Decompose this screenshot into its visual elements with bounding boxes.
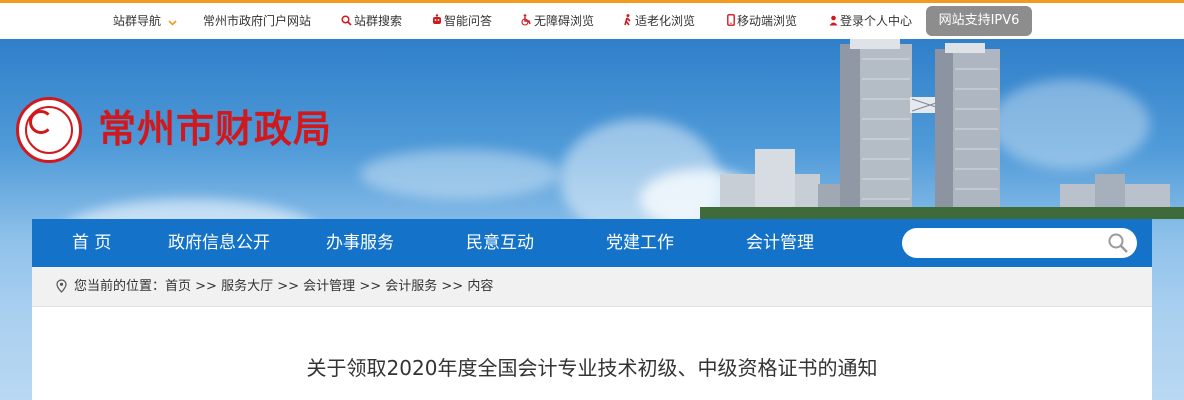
ipv6-badge: 网站支持IPV6 bbox=[926, 6, 1032, 36]
breadcrumb-prefix: 您当前的位置： bbox=[74, 279, 166, 294]
site-search-label: 站群搜索 bbox=[354, 14, 403, 28]
nav-item-services[interactable]: 办事服务 bbox=[326, 219, 394, 267]
accessibility-label: 无障碍浏览 bbox=[534, 14, 595, 28]
search-input[interactable] bbox=[902, 228, 1102, 258]
site-group-nav-label: 站群导航 bbox=[113, 14, 162, 28]
nav-item-party-building[interactable]: 党建工作 bbox=[606, 219, 674, 267]
login-link[interactable]: 登录个人中心 bbox=[829, 3, 912, 39]
nav-item-accounting[interactable]: 会计管理 bbox=[746, 219, 814, 267]
breadcrumb-separator: >> bbox=[191, 279, 222, 294]
smart-qa-label: 智能问答 bbox=[444, 14, 493, 28]
nav-item-home[interactable]: 首 页 bbox=[72, 219, 111, 267]
location-pin-icon bbox=[56, 279, 67, 293]
main-nav: 首 页 政府信息公开 办事服务 民意互动 党建工作 会计管理 bbox=[32, 219, 1152, 267]
breadcrumb-separator: >> bbox=[273, 279, 304, 294]
dragon-emblem-icon bbox=[16, 97, 82, 163]
elderly-icon bbox=[622, 4, 633, 40]
article-title: 关于领取2020年度全国会计专业技术初级、中级资格证书的通知 bbox=[306, 356, 878, 380]
accessibility-link[interactable]: 无障碍浏览 bbox=[521, 3, 594, 39]
breadcrumb-item-accounting-mgmt[interactable]: 会计管理 bbox=[303, 279, 355, 294]
elderly-mode-label: 适老化浏览 bbox=[635, 14, 696, 28]
nav-item-gov-info[interactable]: 政府信息公开 bbox=[168, 219, 270, 267]
user-icon bbox=[829, 4, 838, 40]
site-search-link[interactable]: 站群搜索 bbox=[341, 3, 402, 39]
chevron-down-icon bbox=[168, 4, 177, 40]
site-title: 常州市财政局 bbox=[98, 106, 333, 151]
search-icon bbox=[341, 4, 352, 40]
site-group-nav-link[interactable]: 站群导航 bbox=[113, 3, 179, 39]
breadcrumb-item-content: 内容 bbox=[467, 279, 494, 294]
emblem-dragon-mark bbox=[29, 110, 53, 134]
elderly-mode-link[interactable]: 适老化浏览 bbox=[622, 3, 695, 39]
gov-portal-label: 常州市政府门户网站 bbox=[203, 14, 312, 28]
cloud-decoration bbox=[360, 149, 560, 199]
breadcrumb-separator: >> bbox=[355, 279, 386, 294]
search-button[interactable] bbox=[1107, 232, 1129, 254]
breadcrumb: 您当前的位置：首页 >> 服务大厅 >> 会计管理 >> 会计服务 >> 内容 bbox=[32, 267, 1152, 307]
city-skyline-image bbox=[700, 39, 1184, 219]
login-label: 登录个人中心 bbox=[840, 14, 913, 28]
nav-search-box bbox=[902, 228, 1137, 258]
wheelchair-icon bbox=[521, 4, 532, 40]
gov-portal-link[interactable]: 常州市政府门户网站 bbox=[203, 3, 311, 39]
smart-qa-link[interactable]: 智能问答 bbox=[432, 3, 492, 39]
mobile-icon bbox=[727, 4, 735, 40]
breadcrumb-item-accounting-service[interactable]: 会计服务 bbox=[385, 279, 437, 294]
breadcrumb-item-home[interactable]: 首页 bbox=[165, 279, 191, 294]
breadcrumb-separator: >> bbox=[437, 279, 468, 294]
search-icon bbox=[1108, 233, 1128, 253]
top-utility-bar: 站群导航 常州市政府门户网站 站群搜索 智能问答 无障碍浏览 适老化浏览 移动端… bbox=[0, 0, 1184, 39]
article-content: 关于领取2020年度全国会计专业技术初级、中级资格证书的通知 bbox=[32, 307, 1152, 400]
breadcrumb-text: 您当前的位置：首页 >> 服务大厅 >> 会计管理 >> 会计服务 >> 内容 bbox=[74, 267, 493, 307]
robot-icon bbox=[432, 4, 442, 40]
breadcrumb-item-service-hall[interactable]: 服务大厅 bbox=[221, 279, 273, 294]
nav-item-public-interaction[interactable]: 民意互动 bbox=[466, 219, 534, 267]
mobile-view-label: 移动端浏览 bbox=[737, 14, 798, 28]
mobile-view-link[interactable]: 移动端浏览 bbox=[727, 3, 797, 39]
